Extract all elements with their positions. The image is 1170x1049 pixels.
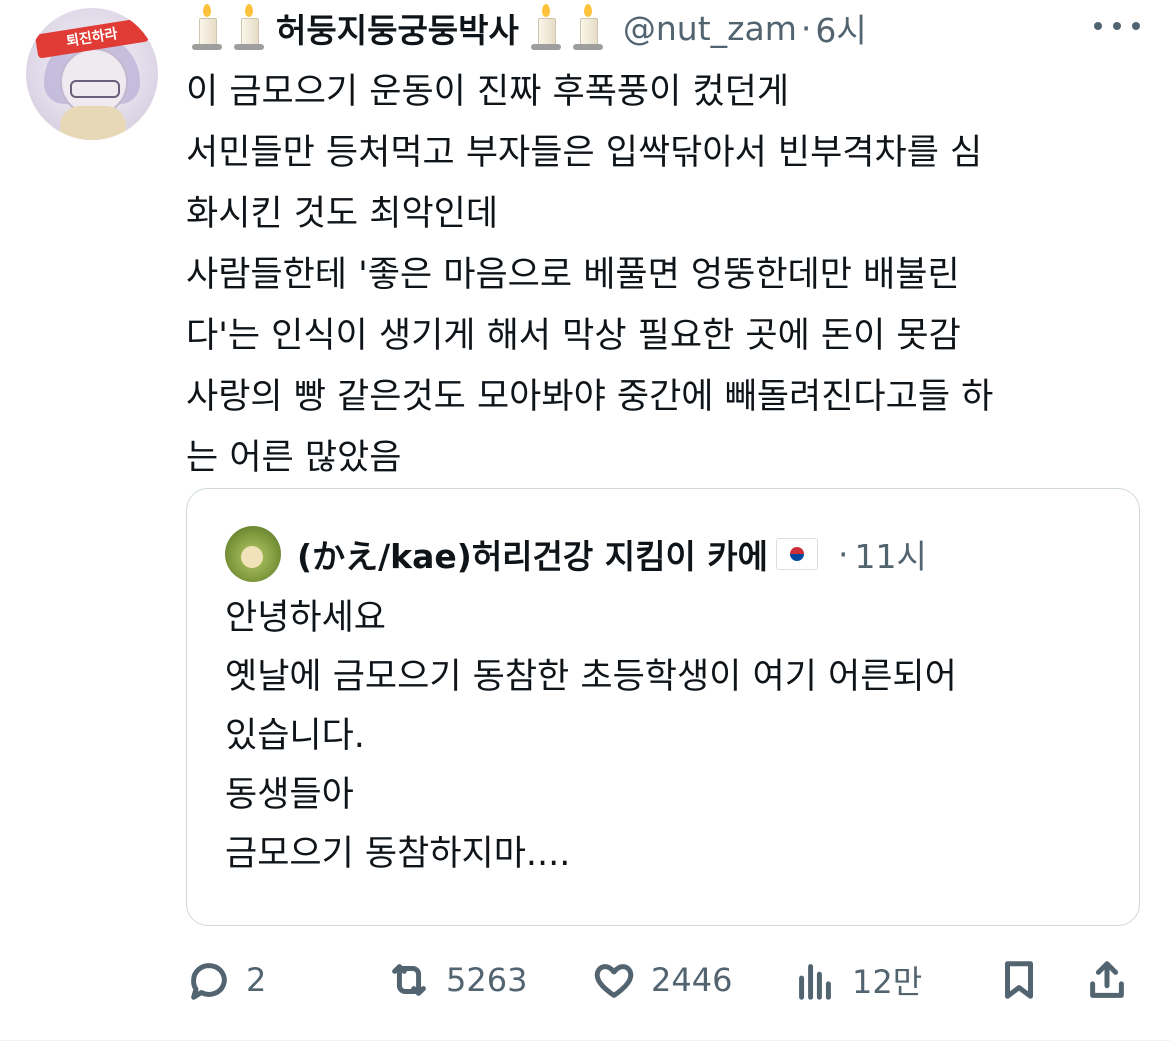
reply-icon: [191, 963, 227, 1000]
author-display-name[interactable]: 허둥지둥궁둥박사: [276, 4, 519, 52]
like-icon: [594, 964, 634, 998]
tweet-header: 허둥지둥궁둥박사 @nut_zam · 6시: [186, 0, 867, 56]
author-handle[interactable]: @nut_zam: [623, 9, 797, 48]
korea-flag-icon: [776, 538, 819, 570]
tweet-text: 이 금모으기 운동이 진짜 후폭풍이 컸던게 서민들만 등처먹고 부자들은 입싹…: [186, 72, 994, 478]
reply-count: 2: [246, 961, 267, 999]
candle-icon: [571, 4, 605, 52]
quoted-author-name: (かえ/kae)허리건강 지킴이 카에: [297, 537, 769, 576]
quoted-separator: ·: [838, 534, 849, 574]
views-icon: [799, 964, 831, 1000]
retweet-count: 5263: [446, 961, 528, 999]
quoted-timestamp: 11시: [854, 537, 927, 576]
quoted-tweet[interactable]: (かえ/kae)허리건강 지킴이 카에 · 11시 안녕하세요 옛날에 금모으기…: [186, 488, 1140, 926]
share-icon: [1090, 961, 1124, 998]
candle-icon: [190, 4, 224, 52]
reply-button[interactable]: 2: [186, 946, 266, 1014]
action-bar: 2 5263 2446 12만: [186, 946, 1146, 1014]
header-separator: ·: [800, 8, 812, 48]
quoted-tweet-header: (かえ/kae)허리건강 지킴이 카에 · 11시: [225, 526, 927, 582]
avatar-body: [60, 106, 126, 140]
candle-icon: [232, 4, 266, 52]
quoted-author-avatar: [225, 526, 281, 582]
bookmark-button[interactable]: [996, 946, 1042, 1014]
share-button[interactable]: [1084, 946, 1130, 1014]
quoted-tweet-text: 안녕하세요 옛날에 금모으기 동참한 초등학생이 여기 어른되어 있습니다. 동…: [225, 598, 957, 874]
bottom-divider: [0, 1040, 1170, 1041]
views-button[interactable]: 12만: [792, 946, 922, 1014]
views-count: 12만: [852, 963, 923, 1001]
retweet-button[interactable]: 5263: [386, 946, 527, 1014]
author-avatar[interactable]: 퇴진하라: [26, 8, 158, 140]
more-icon[interactable]: [1094, 8, 1140, 44]
bookmark-icon: [1005, 961, 1033, 999]
like-count: 2446: [651, 961, 733, 999]
candle-icon: [529, 4, 563, 52]
avatar-glasses: [70, 80, 120, 98]
retweet-icon: [392, 964, 426, 996]
like-button[interactable]: 2446: [591, 946, 732, 1014]
tweet-timestamp[interactable]: 6시: [815, 4, 866, 52]
